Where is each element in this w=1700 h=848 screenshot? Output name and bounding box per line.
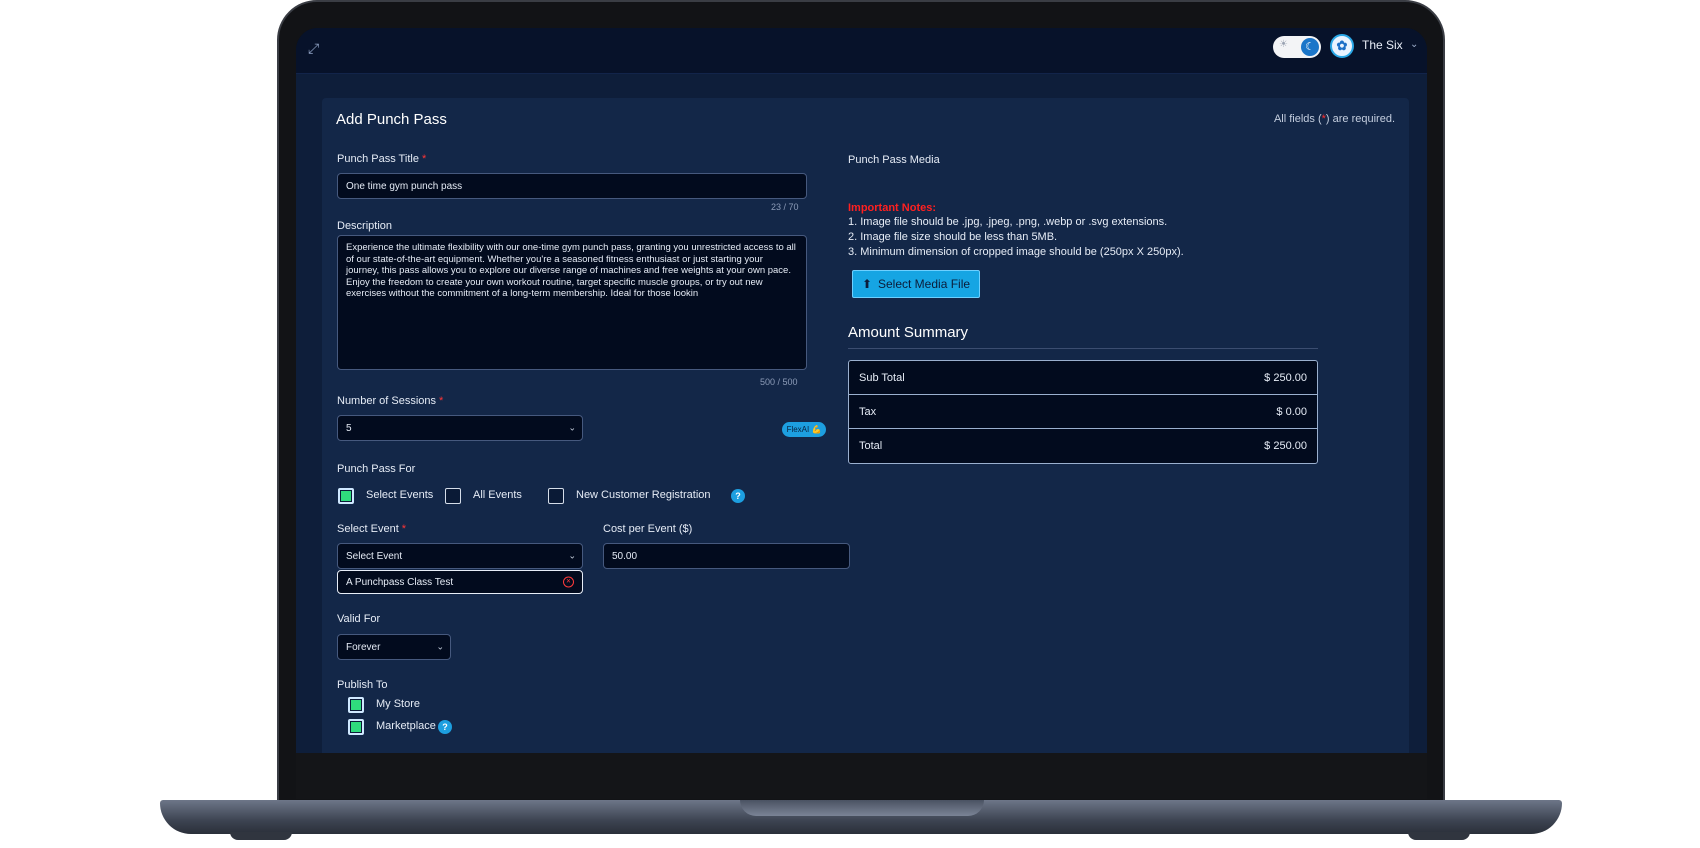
description-char-counter: 500 / 500: [760, 377, 798, 387]
laptop-bezel: ⤢ ☀ ☾ ✿ The Six ⌄ Add Punch Pass All fie…: [296, 28, 1427, 799]
note-item: 1. Image file should be .jpg, .jpeg, .pn…: [848, 216, 1168, 228]
note-item: 2. Image file size should be less than 5…: [848, 231, 1058, 243]
select-events-checkbox[interactable]: [338, 488, 354, 504]
amount-summary-title: Amount Summary: [848, 324, 969, 341]
select-events-label: Select Events: [366, 489, 434, 501]
chevron-down-icon[interactable]: ⌄: [1410, 39, 1418, 50]
selected-event-tag: A Punchpass Class Test ×: [337, 570, 583, 594]
cost-per-event-input[interactable]: 50.00: [603, 543, 850, 569]
expand-icon[interactable]: ⤢: [308, 40, 319, 57]
summary-row-total: Total $ 250.00: [859, 440, 1307, 452]
laptop-notch: [740, 800, 984, 816]
note-item: 3. Minimum dimension of cropped image sh…: [848, 246, 1184, 258]
select-event-label: Select Event *: [337, 523, 407, 535]
amount-summary-table: Sub Total $ 250.00 Tax $ 0.00 Total $ 250.0…: [848, 360, 1318, 464]
new-customer-registration-checkbox[interactable]: [548, 488, 564, 504]
number-of-sessions-label: Number of Sessions *: [337, 395, 444, 407]
select-event-dropdown[interactable]: Select Event ⌄: [337, 543, 583, 569]
divider: [848, 348, 1318, 349]
new-customer-registration-label: New Customer Registration: [576, 489, 711, 501]
screen-chin: [296, 753, 1427, 799]
remove-icon[interactable]: ×: [563, 576, 574, 588]
punch-pass-media-label: Punch Pass Media: [848, 154, 940, 166]
user-name[interactable]: The Six: [1362, 38, 1403, 52]
summary-row-tax: Tax $ 0.00: [849, 395, 1317, 429]
upload-icon: ⬆: [861, 277, 872, 291]
all-events-checkbox[interactable]: [445, 488, 461, 504]
flexai-button[interactable]: FlexAI 💪: [782, 422, 826, 437]
laptop-foot: [1408, 832, 1470, 840]
summary-row-subtotal: Sub Total $ 250.00: [849, 361, 1317, 395]
add-punch-pass-card: Add Punch Pass All fields (*) are requir…: [322, 98, 1409, 753]
marketplace-label: Marketplace: [376, 720, 436, 732]
chevron-down-icon: ⌄: [568, 422, 576, 433]
chevron-down-icon: ⌄: [436, 641, 444, 652]
required-fields-note: All fields (*) are required.: [1273, 113, 1395, 125]
org-logo-icon[interactable]: ✿: [1330, 34, 1354, 58]
valid-for-label: Valid For: [337, 613, 381, 625]
top-bar: ⤢ ☀ ☾ ✿ The Six ⌄: [296, 28, 1427, 74]
publish-to-label: Publish To: [337, 679, 388, 691]
description-textarea[interactable]: Experience the ultimate flexibility with…: [337, 235, 807, 370]
moon-icon: ☾: [1301, 38, 1319, 56]
laptop-foot: [230, 832, 292, 840]
punch-pass-title-input[interactable]: One time gym punch pass: [337, 173, 807, 199]
page-title: Add Punch Pass: [336, 111, 447, 128]
all-events-label: All Events: [473, 489, 522, 501]
description-label: Description: [337, 220, 393, 232]
select-media-file-button[interactable]: ⬆ Select Media File: [852, 270, 980, 298]
punch-pass-for-label: Punch Pass For: [337, 463, 416, 475]
marketplace-checkbox[interactable]: [348, 719, 364, 735]
theme-toggle[interactable]: ☀ ☾: [1273, 36, 1321, 58]
my-store-checkbox[interactable]: [348, 697, 364, 713]
chevron-down-icon: ⌄: [568, 550, 576, 561]
app-screen: ⤢ ☀ ☾ ✿ The Six ⌄ Add Punch Pass All fie…: [296, 28, 1427, 753]
sun-icon: ☀: [1279, 39, 1288, 50]
cost-per-event-label: Cost per Event ($): [603, 523, 693, 535]
number-of-sessions-select[interactable]: 5 ⌄: [337, 415, 583, 441]
help-icon[interactable]: ?: [438, 720, 452, 734]
punch-pass-title-label: Punch Pass Title *: [337, 153, 427, 165]
title-char-counter: 23 / 70: [771, 202, 799, 212]
laptop-mockup: ⤢ ☀ ☾ ✿ The Six ⌄ Add Punch Pass All fie…: [0, 0, 1700, 848]
important-notes-title: Important Notes:: [848, 202, 936, 214]
help-icon[interactable]: ?: [731, 489, 745, 503]
my-store-label: My Store: [376, 698, 421, 710]
valid-for-select[interactable]: Forever ⌄: [337, 634, 451, 660]
